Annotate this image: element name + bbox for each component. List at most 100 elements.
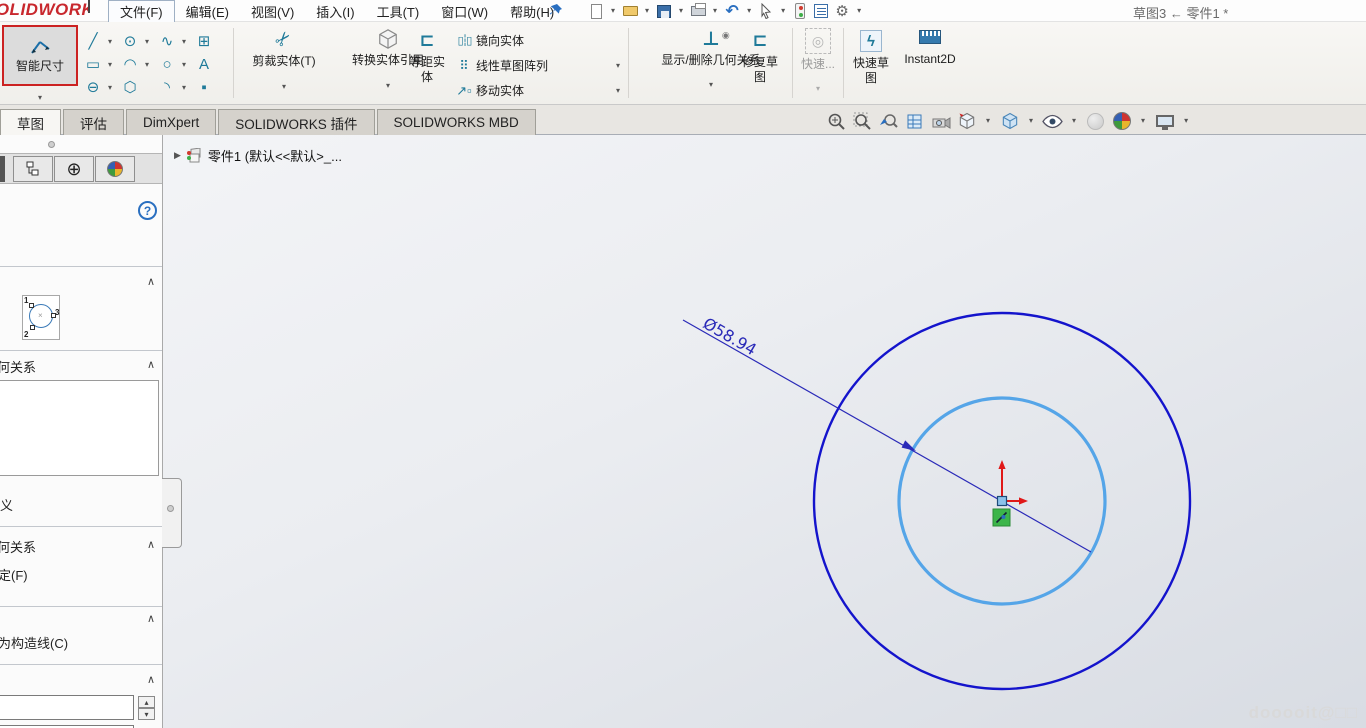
print-icon[interactable] — [688, 1, 708, 21]
view-settings-dropdown-icon[interactable]: ▾ — [1180, 117, 1192, 125]
ellipse-dropdown-icon[interactable]: ▾ — [178, 61, 190, 69]
new-file-icon[interactable] — [586, 1, 606, 21]
spinner-up-icon[interactable]: ▴ — [138, 696, 155, 708]
repair-sketch-button[interactable]: ⊏ 修复草图 — [736, 30, 784, 85]
hide-show-dropdown-icon[interactable]: ▾ — [1068, 117, 1080, 125]
previous-view-icon[interactable] — [878, 111, 899, 132]
options-list-icon[interactable] — [811, 1, 831, 21]
trim-entities-button[interactable]: ✂ 剪裁实体(T) ▾ — [238, 28, 330, 91]
dimxpert-manager-tab[interactable]: ⊕ — [54, 156, 94, 182]
offset-entities-button[interactable]: ⊏ 等距实体 — [404, 30, 450, 85]
view-settings-monitor-icon[interactable] — [1154, 111, 1175, 132]
select-cursor-icon[interactable] — [756, 1, 776, 21]
point-tool-icon[interactable]: ▪ — [193, 80, 215, 95]
zoom-to-fit-icon[interactable] — [826, 111, 847, 132]
rapid-sketch-button[interactable]: ϟ 快速草图 — [847, 30, 895, 86]
move-entities-button[interactable]: ↗▫ 移动实体 ▾ — [452, 78, 624, 103]
smart-dimension-button[interactable]: 智能尺寸 ▾ — [2, 25, 78, 102]
tab-solidworks-addins[interactable]: SOLIDWORKS 插件 — [218, 109, 374, 135]
save-dropdown-icon[interactable]: ▾ — [675, 7, 687, 15]
menu-tools[interactable]: 工具(T) — [366, 1, 431, 22]
arc-tool-icon[interactable]: ◠ — [119, 57, 141, 72]
trim-dropdown-icon[interactable]: ▾ — [278, 83, 290, 91]
text-tool-icon[interactable]: A — [193, 57, 215, 72]
undo-icon[interactable]: ↶ — [722, 1, 742, 21]
relations-listbox[interactable] — [0, 380, 159, 476]
apply-scene-colorball-icon[interactable] — [1111, 111, 1132, 132]
new-file-dropdown-icon[interactable]: ▾ — [607, 7, 619, 15]
circle-type-widget[interactable]: 1 2 3 × — [22, 295, 60, 340]
settings-dropdown-icon[interactable]: ▾ — [853, 7, 865, 15]
instant2d-button[interactable]: Instant2D — [898, 30, 962, 67]
tab-dimxpert[interactable]: DimXpert — [126, 109, 216, 135]
slot-tool-icon[interactable]: ⊖ — [82, 80, 104, 95]
polygon-tool-icon[interactable]: ⬡ — [119, 80, 141, 95]
fillet-tool-icon[interactable]: ◝ — [156, 80, 178, 95]
settings-gear-icon[interactable]: ⚙ — [832, 1, 852, 21]
collapse-chevron-icon[interactable]: ∧ — [144, 275, 158, 288]
menu-file[interactable]: 文件(F) — [108, 0, 175, 23]
feature-tree-header[interactable]: ▶ 零件1 (默认<<默认>_... — [174, 146, 342, 165]
for-construction-checkbox-label[interactable]: 作为构造线(C) — [0, 633, 68, 652]
collapse-chevron-icon[interactable]: ∧ — [144, 538, 158, 551]
fillet-dropdown-icon[interactable]: ▾ — [178, 84, 190, 92]
display-manager-tab[interactable] — [95, 156, 135, 182]
display-style-cube-icon[interactable] — [999, 111, 1020, 132]
convert-dropdown-icon[interactable]: ▾ — [382, 82, 394, 90]
spinner-down-icon[interactable]: ▾ — [138, 708, 155, 720]
origin-center-point[interactable] — [998, 497, 1007, 506]
arc-dropdown-icon[interactable]: ▾ — [141, 61, 153, 69]
view-orientation-camera-icon[interactable] — [930, 111, 951, 132]
display-style-dropdown-icon[interactable]: ▾ — [1025, 117, 1037, 125]
tree-expand-arrow-icon[interactable]: ▶ — [174, 150, 181, 161]
panel-resize-splitter[interactable] — [162, 478, 182, 548]
collapse-chevron-icon[interactable]: ∧ — [144, 358, 158, 371]
slot-dropdown-icon[interactable]: ▾ — [104, 84, 116, 92]
circle-dropdown-icon[interactable]: ▾ — [141, 38, 153, 46]
select-dropdown-icon[interactable]: ▾ — [777, 7, 789, 15]
open-file-dropdown-icon[interactable]: ▾ — [641, 7, 653, 15]
spline-tool-icon[interactable]: ∿ — [156, 34, 178, 49]
tab-solidworks-mbd[interactable]: SOLIDWORKS MBD — [377, 109, 536, 135]
collapse-chevron-icon[interactable]: ∧ — [144, 612, 158, 625]
line-tool-icon[interactable]: ╱ — [82, 34, 104, 49]
coincident-relation-badge[interactable] — [993, 509, 1010, 526]
section-view-icon[interactable] — [904, 111, 925, 132]
rebuild-traffic-light-icon[interactable] — [790, 1, 810, 21]
spline-dropdown-icon[interactable]: ▾ — [178, 38, 190, 46]
menu-insert[interactable]: 插入(I) — [305, 1, 365, 22]
rectangle-dropdown-icon[interactable]: ▾ — [104, 61, 116, 69]
apply-scene-dropdown-icon[interactable]: ▾ — [1137, 117, 1149, 125]
menu-view[interactable]: 视图(V) — [240, 1, 305, 22]
parameter-input[interactable] — [0, 695, 134, 720]
save-icon[interactable] — [654, 1, 674, 21]
view-orientation-cube-icon[interactable] — [956, 111, 977, 132]
mirror-entities-button[interactable]: ▯┆▯ 镜向实体 — [452, 28, 624, 53]
menu-edit[interactable]: 编辑(E) — [175, 1, 240, 22]
menu-window[interactable]: 窗口(W) — [430, 1, 499, 22]
hide-show-eye-icon[interactable] — [1042, 111, 1063, 132]
help-icon[interactable]: ? — [138, 201, 157, 220]
fix-relation-button[interactable]: 固定(F) — [0, 565, 28, 584]
linear-pattern-button[interactable]: ⠿ 线性草图阵列 ▾ — [452, 53, 624, 78]
panel-tab-cropped[interactable] — [0, 156, 5, 182]
tab-sketch[interactable]: 草图 — [0, 109, 61, 136]
rectangle-tool-icon[interactable]: ▭ — [82, 57, 104, 72]
circle-tool-icon[interactable]: ⊙ — [119, 34, 141, 49]
line-dropdown-icon[interactable]: ▾ — [104, 38, 116, 46]
sketch-origin[interactable] — [998, 460, 1029, 506]
panel-collapse-handle[interactable] — [48, 141, 55, 148]
configuration-manager-tab[interactable] — [13, 156, 53, 182]
move-dropdown-icon[interactable]: ▾ — [612, 87, 624, 95]
dimension-text[interactable]: Ø58.94 — [700, 314, 760, 360]
ellipse-tool-icon[interactable]: ○ — [156, 57, 178, 72]
tab-evaluate[interactable]: 评估 — [63, 109, 124, 135]
open-file-icon[interactable] — [620, 1, 640, 21]
print-dropdown-icon[interactable]: ▾ — [709, 7, 721, 15]
smart-dimension-dropdown-icon[interactable]: ▾ — [34, 94, 46, 102]
pin-menu-icon[interactable] — [548, 3, 563, 23]
undo-dropdown-icon[interactable]: ▾ — [743, 7, 755, 15]
linear-pattern-dropdown-icon[interactable]: ▾ — [612, 62, 624, 70]
display-delete-dropdown-icon[interactable]: ▾ — [705, 81, 717, 89]
graphics-area[interactable]: Ø58.94 ▶ 零件1 (默认<<默认>_... dooooit@□□ — [0, 135, 1366, 728]
